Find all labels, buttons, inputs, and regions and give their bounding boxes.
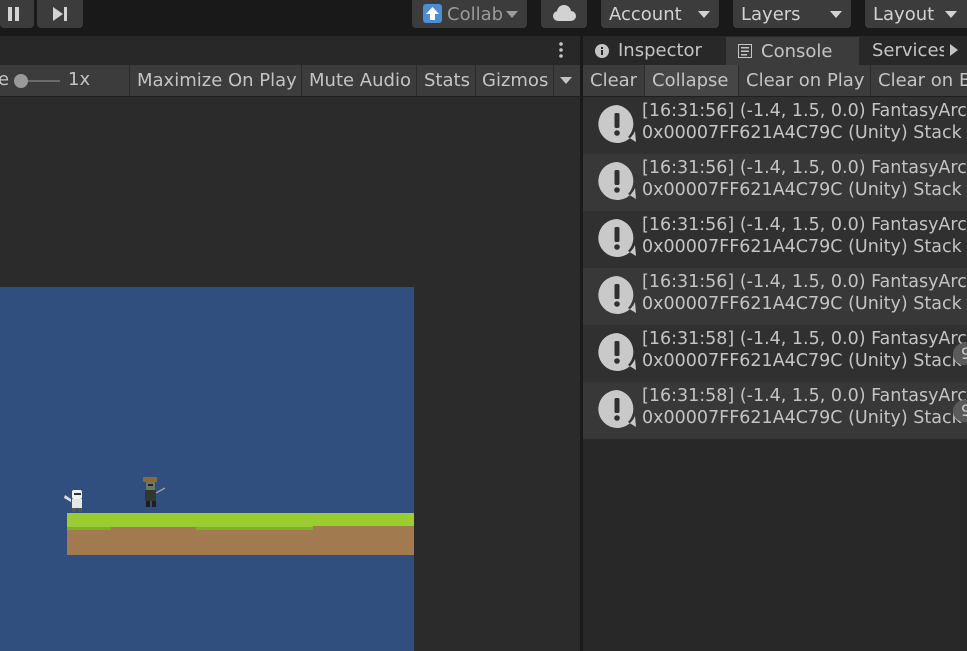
clear-on-build-label: Clear on B [878,70,967,91]
log-entry-text: [16:31:56] (-1.4, 1.5, 0.0) FantasyArch 0… [642,157,967,201]
info-message-icon [598,390,636,428]
collab-button[interactable]: Collab [412,0,527,28]
dirt-bump [313,526,414,530]
log-entry-message: [16:31:58] (-1.4, 1.5, 0.0) FantasyArch [642,386,967,406]
log-entry[interactable]: [16:31:56] (-1.4, 1.5, 0.0) FantasyArch 0… [583,97,967,154]
step-button[interactable] [37,0,83,28]
log-entry-stacktrace: 0x00007FF621A4C79C (Unity) Stack [642,237,962,257]
gizmos-toggle[interactable]: Gizmos [475,65,553,96]
log-entry-stacktrace: 0x00007FF621A4C79C (Unity) Stack [642,351,962,371]
dirt-bump [111,527,196,531]
stats-label: Stats [424,70,470,91]
collapse-toggle[interactable]: Collapse [645,65,739,96]
clear-on-build-toggle[interactable]: Clear on B [871,65,967,96]
log-entry-text: [16:31:56] (-1.4, 1.5, 0.0) FantasyArch 0… [642,100,967,144]
log-entry-message: [16:31:58] (-1.4, 1.5, 0.0) FantasyArch [642,329,967,349]
log-entry-message: [16:31:56] (-1.4, 1.5, 0.0) FantasyArch [642,158,967,178]
info-message-icon [598,162,636,200]
log-entry[interactable]: [16:31:56] (-1.4, 1.5, 0.0) FantasyArch 0… [583,154,967,211]
info-message-icon [598,276,636,314]
layout-dropdown[interactable]: Layout [865,0,967,28]
tab-inspector[interactable]: Inspector [583,36,726,65]
account-dropdown[interactable]: Account [601,0,719,28]
log-entry-text: [16:31:58] (-1.4, 1.5, 0.0) FantasyArch 0… [642,328,967,372]
more-options-icon[interactable] [555,41,567,61]
scale-value: 1x [68,69,91,90]
log-entry-stacktrace: 0x00007FF621A4C79C (Unity) Stack [642,180,962,200]
tab-console-label: Console [761,40,833,62]
mute-audio-label: Mute Audio [309,70,411,91]
layers-label: Layers [741,3,801,25]
game-view-toolbar: e 1x Maximize On Play Mute Audio Stats G… [0,65,580,97]
cloud-button[interactable] [541,0,587,28]
maximize-on-play-toggle[interactable]: Maximize On Play [129,65,301,96]
pause-icon [8,7,19,21]
log-entry-stacktrace: 0x00007FF621A4C79C (Unity) Stack [642,408,962,428]
info-message-icon [598,333,636,371]
log-entry-message: [16:31:56] (-1.4, 1.5, 0.0) FantasyArch [642,215,967,235]
collab-label: Collab [447,3,504,25]
info-icon [595,44,609,58]
gizmos-label: Gizmos [482,70,549,91]
maximize-on-play-label: Maximize On Play [137,70,297,91]
game-view-tabstrip [0,36,580,65]
log-entry-message: [16:31:56] (-1.4, 1.5, 0.0) FantasyArch [642,272,967,292]
log-entry-text: [16:31:56] (-1.4, 1.5, 0.0) FantasyArch 0… [642,271,967,315]
ground-platform [67,513,414,555]
log-entry-stacktrace: 0x00007FF621A4C79C (Unity) Stack [642,123,962,143]
knight-sprite[interactable] [63,487,89,513]
dirt-strip [67,530,414,555]
info-message-icon [598,219,636,257]
game-view-canvas[interactable] [0,97,580,651]
cloud-icon [553,5,576,21]
tab-console[interactable]: Console [726,36,859,65]
layout-label: Layout [873,3,935,25]
log-entry[interactable]: [16:31:58] (-1.4, 1.5, 0.0) FantasyArch 0… [583,382,967,439]
log-entry-text: [16:31:58] (-1.4, 1.5, 0.0) FantasyArch 0… [642,385,967,429]
chevron-down-icon [698,11,710,18]
tab-services-label: Services [872,40,944,61]
log-entry-message: [16:31:56] (-1.4, 1.5, 0.0) FantasyArch [642,101,967,121]
info-message-icon [598,105,636,143]
log-entry[interactable]: [16:31:56] (-1.4, 1.5, 0.0) FantasyArch 0… [583,268,967,325]
clear-on-play-label: Clear on Play [746,70,865,91]
log-entry-stacktrace: 0x00007FF621A4C79C (Unity) Stack [642,294,962,314]
main-toolbar: Collab Account Layers Layout [0,0,967,36]
clear-button[interactable]: Clear [583,65,645,96]
collab-icon [423,4,442,23]
chevron-down-icon [945,11,957,18]
layers-dropdown[interactable]: Layers [733,0,851,28]
log-entry-text: [16:31:56] (-1.4, 1.5, 0.0) FantasyArch 0… [642,214,967,258]
step-icon [53,7,67,21]
right-panel-tabs: Inspector Console Services [583,36,967,65]
chevron-down-icon [506,11,518,18]
mute-audio-toggle[interactable]: Mute Audio [301,65,417,96]
log-entry[interactable]: [16:31:58] (-1.4, 1.5, 0.0) FantasyArch 0… [583,325,967,382]
archer-sprite[interactable] [137,475,167,511]
log-entry[interactable]: [16:31:56] (-1.4, 1.5, 0.0) FantasyArch 0… [583,211,967,268]
tab-inspector-label: Inspector [618,40,702,61]
scale-label: e [0,69,10,90]
clear-on-play-toggle[interactable]: Clear on Play [739,65,871,96]
collapse-label: Collapse [652,70,729,91]
scale-slider-thumb[interactable] [14,74,28,88]
game-viewport[interactable] [0,287,414,651]
pause-button[interactable] [0,0,34,28]
account-label: Account [609,3,682,25]
chevron-down-icon [830,11,842,18]
clear-label: Clear [590,70,638,91]
console-log-list[interactable]: [16:31:56] (-1.4, 1.5, 0.0) FantasyArch 0… [583,97,967,651]
chevron-down-icon [560,77,572,84]
tab-services[interactable]: Services [859,36,967,65]
console-toolbar: Clear Collapse Clear on Play Clear on B [583,65,967,97]
console-icon [738,44,752,58]
scale-slider[interactable] [14,72,60,90]
gizmos-dropdown[interactable] [553,65,580,96]
chevron-right-icon[interactable] [947,43,961,57]
stats-toggle[interactable]: Stats [416,65,476,96]
